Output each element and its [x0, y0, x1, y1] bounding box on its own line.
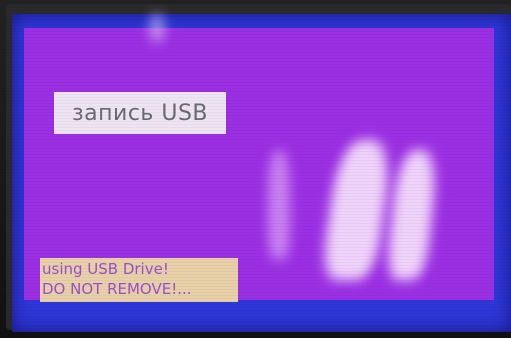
- device-photo: запись USB using USB Drive! DO NOT REMOV…: [0, 0, 511, 338]
- usb-status-message: using USB Drive! DO NOT REMOVE!...: [40, 258, 238, 302]
- light-glare: [268, 150, 290, 260]
- usb-record-title: запись USB: [71, 100, 209, 126]
- light-glare: [150, 14, 164, 42]
- status-line-1: using USB Drive!: [42, 260, 169, 278]
- usb-record-label: запись USB: [54, 92, 226, 134]
- status-line-2: DO NOT REMOVE!...: [42, 280, 192, 298]
